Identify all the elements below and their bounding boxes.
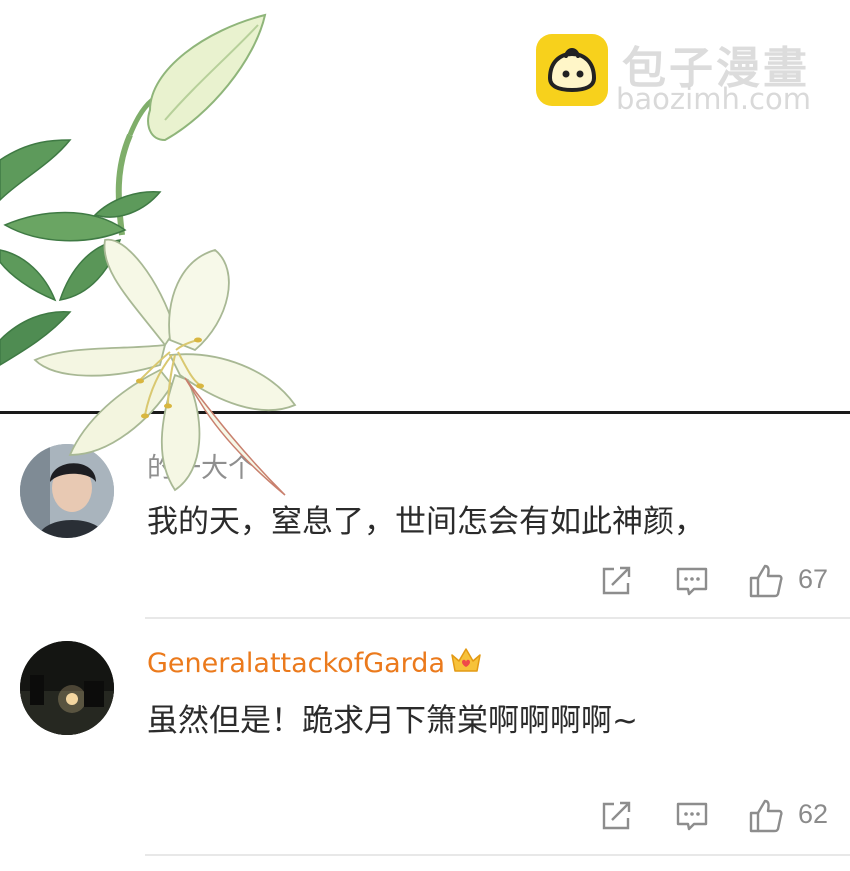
like-count: 62 <box>798 799 829 829</box>
comment-icon[interactable] <box>674 798 710 834</box>
avatar[interactable] <box>20 641 114 735</box>
comment-username-text: GeneralattackofGarda <box>147 648 445 679</box>
comment-text: 我的天，窒息了，世间怎会有如此神颜， <box>147 504 705 540</box>
brand-domain: baozimh.com <box>616 82 811 116</box>
bun-logo-icon <box>536 34 608 106</box>
site-watermark: 包子漫畫 baozimh.com <box>536 34 826 116</box>
crown-icon <box>449 645 483 675</box>
comment-item: GeneralattackofGarda 虽然但是！跪求月下箫棠啊啊啊啊~ 62 <box>0 625 850 857</box>
lily-illustration <box>0 13 297 496</box>
thumbs-up-icon[interactable] <box>748 798 784 834</box>
comment-separator <box>145 854 850 856</box>
comment-icon[interactable] <box>674 563 710 599</box>
comment-actions: 67 <box>598 563 838 603</box>
comment-separator <box>145 617 850 619</box>
like-count: 67 <box>798 564 829 594</box>
share-icon[interactable] <box>598 798 634 834</box>
comment-username[interactable]: GeneralattackofGarda <box>147 645 483 679</box>
thumbs-up-icon[interactable] <box>748 563 784 599</box>
share-icon[interactable] <box>598 563 634 599</box>
comment-text: 虽然但是！跪求月下箫棠啊啊啊啊~ <box>147 703 638 739</box>
comment-actions: 62 <box>598 798 838 838</box>
